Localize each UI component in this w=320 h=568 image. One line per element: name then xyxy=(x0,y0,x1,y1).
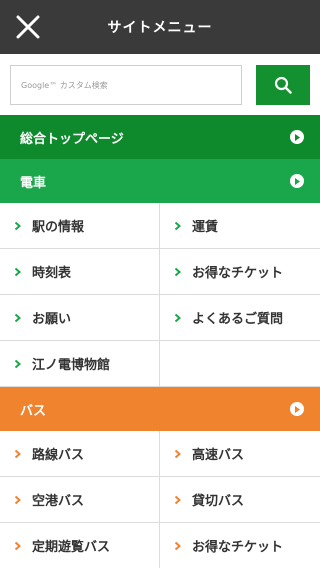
menu-item-label: お得なチケット xyxy=(192,266,284,281)
top-page-link[interactable]: 総合トップページ xyxy=(0,115,320,159)
menu-item-label: 江ノ電博物館 xyxy=(32,358,111,373)
chevron-right-icon xyxy=(174,313,184,323)
menu-item-sightseeing-bus[interactable]: 定期遊覧バス xyxy=(0,523,160,568)
chevron-right-icon xyxy=(174,541,184,551)
chevron-right-icon xyxy=(174,495,184,505)
circle-arrow-icon xyxy=(290,402,304,416)
menu-item-label: 時刻表 xyxy=(32,266,72,281)
search-input[interactable] xyxy=(10,65,242,105)
menu-item-bus-tickets[interactable]: お得なチケット xyxy=(160,523,320,568)
chevron-right-icon xyxy=(14,221,24,231)
chevron-right-icon xyxy=(174,221,184,231)
menu-item-label: 定期遊覧バス xyxy=(32,540,111,555)
menu-item-label: 空港バス xyxy=(32,494,85,509)
search-icon xyxy=(274,76,292,94)
menu-item-fare[interactable]: 運賃 xyxy=(160,203,320,249)
chevron-right-icon xyxy=(14,267,24,277)
menu-item-label: お得なチケット xyxy=(192,540,284,555)
menu-item-station-info[interactable]: 駅の情報 xyxy=(0,203,160,249)
train-menu-grid: 駅の情報 運賃 時刻表 お得なチケット お願い よくあるご質問 江ノ電博物館 xyxy=(0,203,320,387)
chevron-right-icon xyxy=(14,495,24,505)
menu-item-label: 高速バス xyxy=(192,448,245,463)
header: サイトメニュー xyxy=(0,0,320,54)
circle-arrow-icon xyxy=(290,130,304,144)
train-section-label: 電車 xyxy=(20,175,47,191)
menu-item-label: 駅の情報 xyxy=(32,220,85,235)
circle-arrow-icon xyxy=(290,174,304,188)
menu-item-label: 路線バス xyxy=(32,448,85,463)
menu-item-requests[interactable]: お願い xyxy=(0,295,160,341)
bus-section-label: バス xyxy=(20,403,47,419)
chevron-right-icon xyxy=(174,449,184,459)
menu-item-label: 運賃 xyxy=(192,220,219,235)
search-button[interactable] xyxy=(256,65,310,105)
menu-item-charter-bus[interactable]: 貸切バス xyxy=(160,477,320,523)
menu-item-museum[interactable]: 江ノ電博物館 xyxy=(0,341,160,387)
empty-cell xyxy=(160,341,320,387)
menu-item-label: 貸切バス xyxy=(192,494,245,509)
chevron-right-icon xyxy=(14,313,24,323)
header-title: サイトメニュー xyxy=(107,20,213,36)
bus-section-link[interactable]: バス xyxy=(0,387,320,431)
bus-menu-grid: 路線バス 高速バス 空港バス 貸切バス 定期遊覧バス お得なチケット xyxy=(0,431,320,568)
top-page-label: 総合トップページ xyxy=(20,131,124,147)
chevron-right-icon xyxy=(14,359,24,369)
menu-item-label: お願い xyxy=(32,312,72,327)
menu-item-airport-bus[interactable]: 空港バス xyxy=(0,477,160,523)
chevron-right-icon xyxy=(14,449,24,459)
chevron-right-icon xyxy=(174,267,184,277)
menu-item-highway-bus[interactable]: 高速バス xyxy=(160,431,320,477)
close-button[interactable] xyxy=(10,9,46,45)
close-icon xyxy=(16,15,40,39)
menu-item-train-tickets[interactable]: お得なチケット xyxy=(160,249,320,295)
train-section-link[interactable]: 電車 xyxy=(0,159,320,203)
chevron-right-icon xyxy=(14,541,24,551)
menu-item-faq[interactable]: よくあるご質問 xyxy=(160,295,320,341)
menu-item-route-bus[interactable]: 路線バス xyxy=(0,431,160,477)
menu-item-label: よくあるご質問 xyxy=(192,312,284,327)
menu-item-timetable[interactable]: 時刻表 xyxy=(0,249,160,295)
search-area xyxy=(0,54,320,115)
